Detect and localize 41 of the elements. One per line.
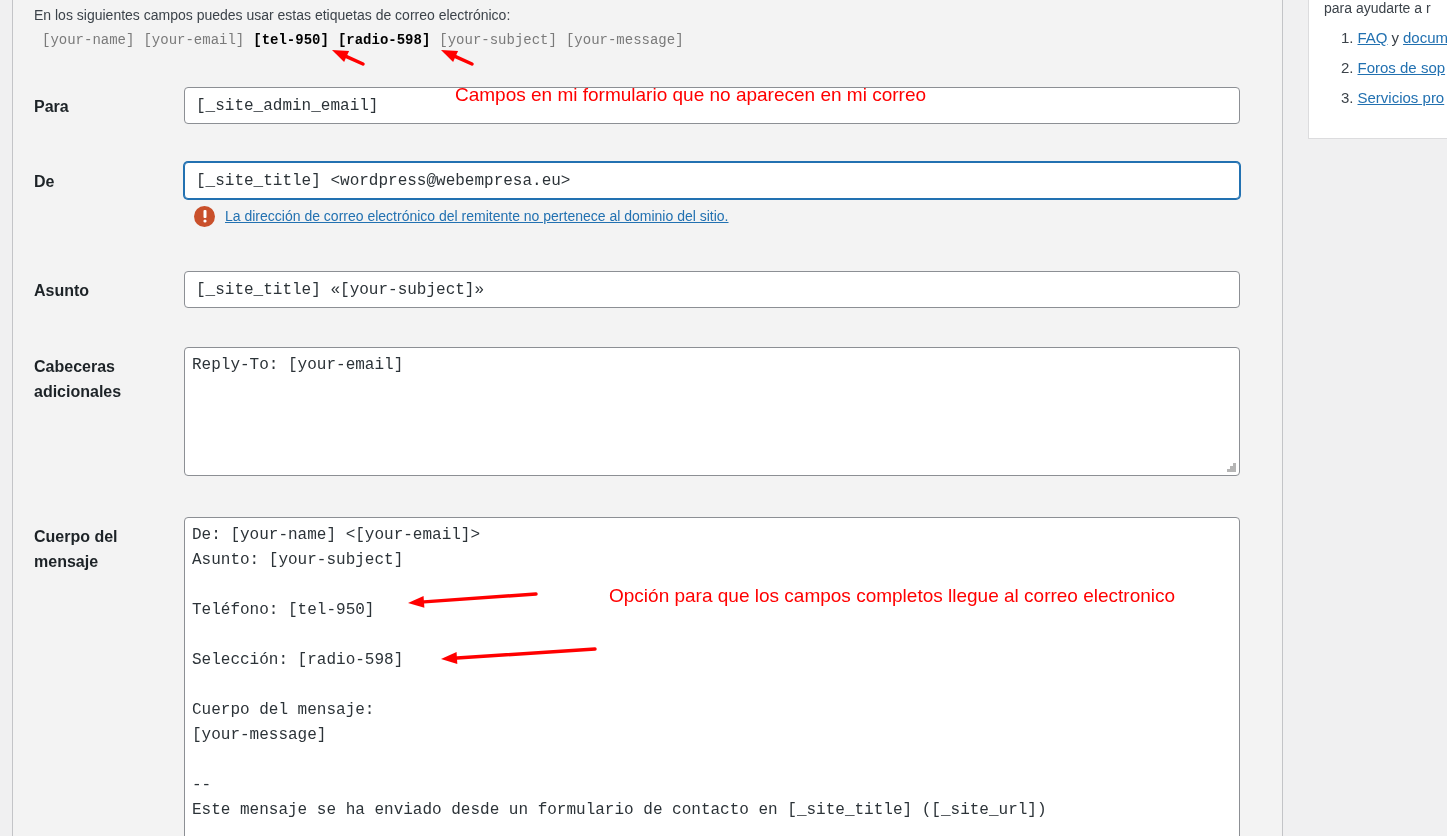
text-area[interactable] xyxy=(184,517,1240,836)
sidebar-link[interactable]: Foros de sop xyxy=(1357,58,1446,78)
field-label: Cuerpo del mensaje xyxy=(34,528,118,570)
sidebar-link[interactable]: FAQ xyxy=(1357,28,1388,48)
annotation-text: Campos en mi formulario que no aparecen en mi correo xyxy=(455,84,926,106)
text-line: De: [your-name] <[your-email]> xyxy=(192,525,481,546)
text-input[interactable]: [_site_title] <wordpress@webempresa.eu> xyxy=(184,162,1240,199)
mail-tag: [your-email] xyxy=(143,31,245,49)
mail-tag: [tel-950] xyxy=(253,31,329,49)
text-input[interactable]: [_site_title] «[your-subject]» xyxy=(184,271,1240,308)
text-line: Cuerpo del mensaje: xyxy=(192,700,375,721)
field-label: Para xyxy=(34,98,69,115)
sidebar-link[interactable]: Servicios pro xyxy=(1357,88,1445,108)
annotation-text: Opción para que los campos completos llegue al correo electronico xyxy=(609,585,1176,607)
sidebar-text: para ayudarte a r xyxy=(1324,0,1431,16)
text-area[interactable]: Reply-To: [your-email] xyxy=(184,347,1240,476)
arrow xyxy=(332,50,365,66)
mail-tag: [your-name] xyxy=(42,31,135,49)
warning-link[interactable]: La dirección de correo electrónico del remitente no pertenece al dominio del sitio. xyxy=(225,206,729,227)
list-number: 1. xyxy=(1341,28,1354,48)
mail-tag: [your-subject] xyxy=(439,31,557,49)
text-line: Selección: [radio-598] xyxy=(192,650,404,671)
list-number: 3. xyxy=(1341,88,1354,108)
text-line: Teléfono: [tel-950] xyxy=(192,600,375,621)
text-line: [your-message] xyxy=(192,725,327,746)
text-line: Reply-To: [your-email] xyxy=(192,355,404,376)
sidebar-link[interactable]: docum xyxy=(1403,28,1447,48)
sidebar-text: y xyxy=(1391,28,1400,48)
resize-grip-icon[interactable] xyxy=(1227,463,1236,472)
text-line: -- xyxy=(192,775,212,796)
warning-icon xyxy=(194,206,215,227)
field-label: Asunto xyxy=(34,282,90,299)
arrow xyxy=(441,50,474,66)
text-line: Este mensaje se ha enviado desde un formulario de contacto en [_site_title] ([_site_url]) xyxy=(192,800,1047,821)
field-label: Cabeceras adicionales xyxy=(34,358,122,400)
mail-tag: [your-message] xyxy=(565,31,684,49)
instructions-text: En los siguientes campos puedes usar estas etiquetas de correo electrónico: xyxy=(34,6,511,24)
list-number: 2. xyxy=(1341,58,1354,78)
field-label: De xyxy=(34,173,55,190)
text-line: Asunto: [your-subject] xyxy=(192,550,404,571)
mail-tag: [radio-598] xyxy=(337,31,431,49)
